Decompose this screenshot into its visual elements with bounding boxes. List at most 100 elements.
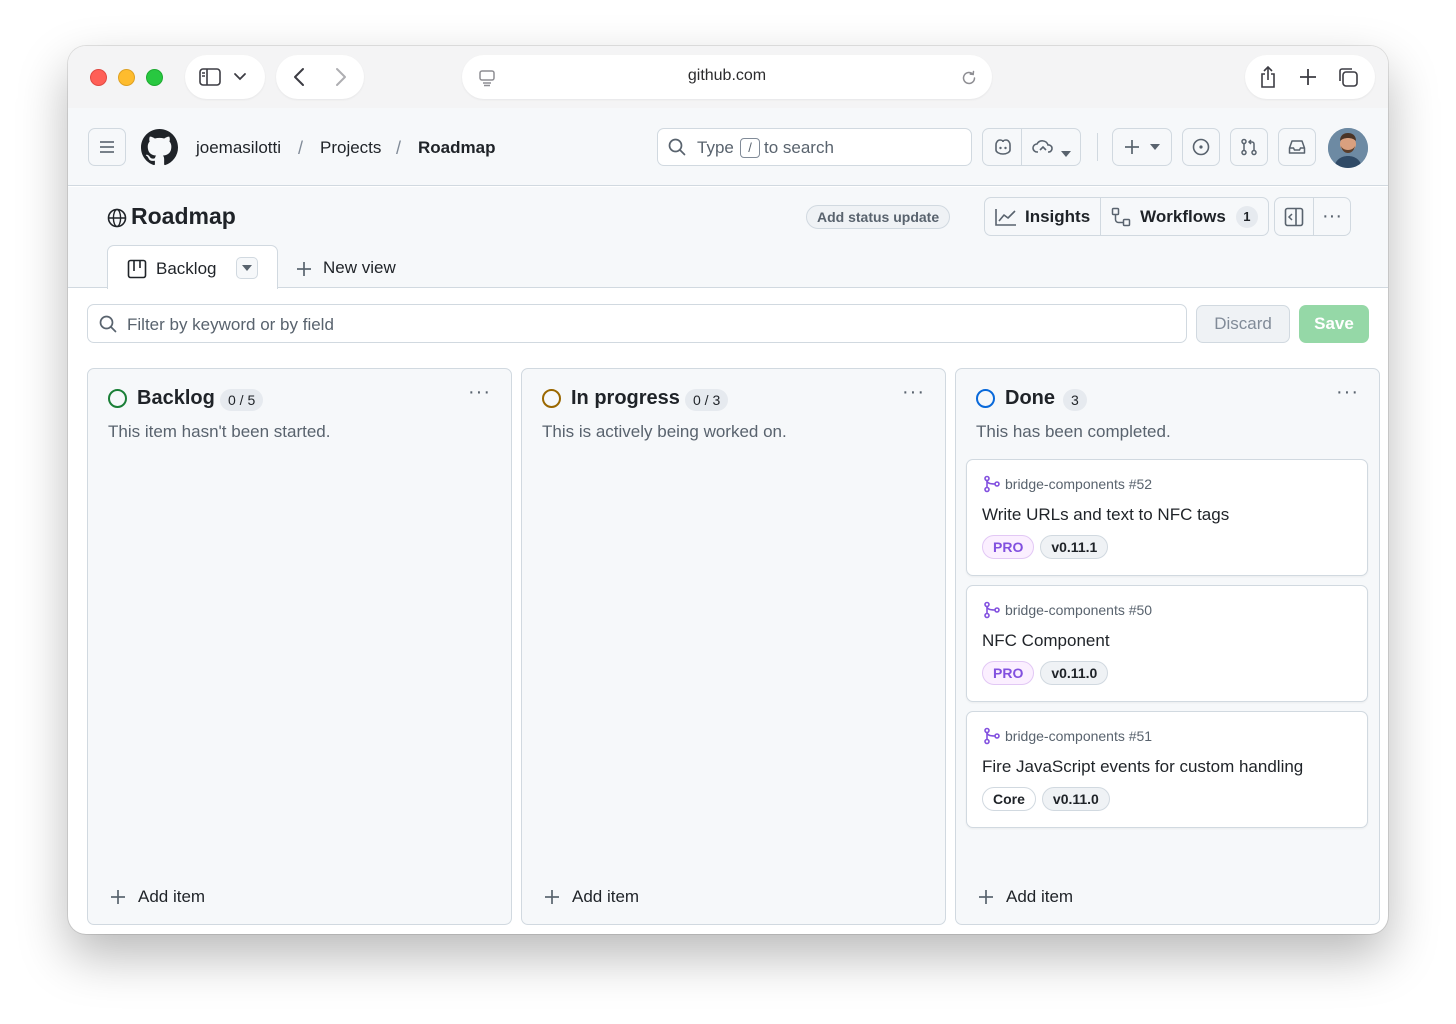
label-badge[interactable]: v0.11.1 <box>1040 535 1109 559</box>
tab-backlog[interactable]: Backlog <box>107 245 278 289</box>
github-header: joemasilotti / Projects / Roadmap Type /… <box>68 108 1388 186</box>
breadcrumb-separator: / <box>396 138 402 158</box>
column-title: Backlog <box>137 387 215 409</box>
workflows-count-badge: 1 <box>1235 205 1258 228</box>
merged-pr-icon <box>984 475 1000 493</box>
plus-icon <box>979 890 993 904</box>
sidebar-icon[interactable] <box>195 62 225 92</box>
add-item-label: Add item <box>1006 887 1074 906</box>
status-ring-icon <box>542 389 561 408</box>
search-icon <box>99 315 117 338</box>
copilot-icon[interactable] <box>993 138 1013 161</box>
inbox-icon <box>1288 140 1306 154</box>
save-button[interactable]: Save <box>1299 305 1369 343</box>
share-icon[interactable] <box>1253 62 1283 92</box>
sidebar-toggle-group <box>185 55 265 99</box>
card-title[interactable]: NFC Component <box>982 631 1110 651</box>
discard-button[interactable]: Discard <box>1196 305 1290 343</box>
hamburger-menu-button[interactable] <box>88 128 126 166</box>
minimize-window-button[interactable] <box>118 69 135 86</box>
graph-icon <box>995 208 1016 226</box>
side-panel-icon[interactable] <box>1284 207 1304 232</box>
label-badge[interactable]: v0.11.0 <box>1040 661 1109 685</box>
kebab-menu-icon[interactable]: ··· <box>1322 205 1342 228</box>
caret-down-icon[interactable] <box>1061 144 1071 162</box>
status-ring-icon <box>976 389 995 408</box>
add-item-button[interactable]: Add item <box>109 887 205 907</box>
navigation-group <box>276 55 364 99</box>
add-item-label: Add item <box>138 887 206 906</box>
caret-down-icon <box>1150 144 1160 150</box>
column-more-icon[interactable]: ··· <box>1336 381 1359 404</box>
github-logo-icon[interactable] <box>141 129 178 171</box>
group-divider <box>1313 198 1314 235</box>
issue-card[interactable]: bridge-components #52 Write URLs and tex… <box>966 459 1368 576</box>
pull-requests-button[interactable] <box>1230 128 1268 166</box>
search-suffix: to search <box>764 138 834 157</box>
browser-window: github.com joemasilotti / Projects / Roa… <box>68 46 1388 934</box>
workflows-button[interactable]: Workflows 1 <box>1100 198 1268 235</box>
close-window-button[interactable] <box>90 69 107 86</box>
new-tab-plus-icon[interactable] <box>1293 62 1323 92</box>
column-more-icon[interactable]: ··· <box>902 381 925 404</box>
chevron-down-icon[interactable] <box>225 62 255 92</box>
project-title[interactable]: Roadmap <box>131 203 236 230</box>
reload-icon[interactable] <box>954 63 984 93</box>
breadcrumb-owner[interactable]: joemasilotti <box>196 138 281 158</box>
user-avatar[interactable] <box>1328 128 1368 168</box>
view-options-button[interactable] <box>236 257 258 279</box>
issue-card[interactable]: bridge-components #51 Fire JavaScript ev… <box>966 711 1368 828</box>
globe-icon <box>107 208 127 233</box>
caret-down-icon <box>242 265 252 271</box>
card-title[interactable]: Write URLs and text to NFC tags <box>982 505 1229 525</box>
label-badge[interactable]: PRO <box>982 535 1035 559</box>
status-ring-icon <box>108 389 127 408</box>
create-new-button[interactable] <box>1112 128 1172 166</box>
tab-backlog-label: Backlog <box>156 259 217 278</box>
workflows-label: Workflows <box>1140 206 1226 226</box>
panel-actions-group: ··· <box>1274 197 1351 236</box>
window-actions-group <box>1245 55 1375 99</box>
issues-button[interactable] <box>1182 128 1220 166</box>
label-badge[interactable]: PRO <box>982 661 1035 685</box>
card-labels: PRO v0.11.1 <box>982 535 1109 559</box>
add-item-button[interactable]: Add item <box>543 887 639 907</box>
search-icon <box>668 138 686 161</box>
zoom-window-button[interactable] <box>146 69 163 86</box>
card-labels: PRO v0.11.0 <box>982 661 1109 685</box>
forward-arrow-icon[interactable] <box>326 62 356 92</box>
card-repo[interactable]: bridge-components #51 <box>1005 728 1152 744</box>
project-header: Roadmap Add status update Insights Workf… <box>68 187 1388 289</box>
breadcrumb-projects[interactable]: Projects <box>320 138 381 158</box>
global-search-input[interactable]: Type / to search <box>657 128 972 166</box>
card-title[interactable]: Fire JavaScript events for custom handli… <box>982 757 1303 777</box>
column-description: This has been completed. <box>976 422 1171 441</box>
inbox-button[interactable] <box>1278 128 1316 166</box>
add-item-button[interactable]: Add item <box>977 887 1073 907</box>
issue-card[interactable]: bridge-components #50 NFC Component PRO … <box>966 585 1368 702</box>
plus-icon <box>296 261 312 282</box>
column-in-progress: In progress 0 / 3 ··· This is actively b… <box>521 368 946 925</box>
back-arrow-icon[interactable] <box>284 62 314 92</box>
issue-opened-icon <box>1192 138 1210 156</box>
cloud-icon[interactable] <box>1032 138 1054 161</box>
breadcrumb-separator: / <box>298 138 304 158</box>
add-item-label: Add item <box>572 887 640 906</box>
label-badge[interactable]: v0.11.0 <box>1041 787 1110 811</box>
board-view-icon <box>127 259 147 284</box>
tab-overview-icon[interactable] <box>1333 62 1363 92</box>
column-done: Done 3 ··· This has been completed. brid… <box>955 368 1380 925</box>
label-badge[interactable]: Core <box>982 787 1036 811</box>
filter-input[interactable]: Filter by keyword or by field <box>87 304 1187 343</box>
card-repo[interactable]: bridge-components #52 <box>1005 476 1152 492</box>
breadcrumb-current[interactable]: Roadmap <box>418 138 495 158</box>
search-shortcut-key: / <box>740 138 760 158</box>
merged-pr-icon <box>984 727 1000 745</box>
column-more-icon[interactable]: ··· <box>468 381 491 404</box>
new-view-button[interactable]: New view <box>323 258 396 278</box>
address-bar[interactable]: github.com <box>462 55 992 99</box>
insights-button[interactable]: Insights <box>985 198 1100 235</box>
filter-placeholder: Filter by keyword or by field <box>127 315 334 334</box>
card-repo[interactable]: bridge-components #50 <box>1005 602 1152 618</box>
add-status-update-button[interactable]: Add status update <box>806 205 951 229</box>
